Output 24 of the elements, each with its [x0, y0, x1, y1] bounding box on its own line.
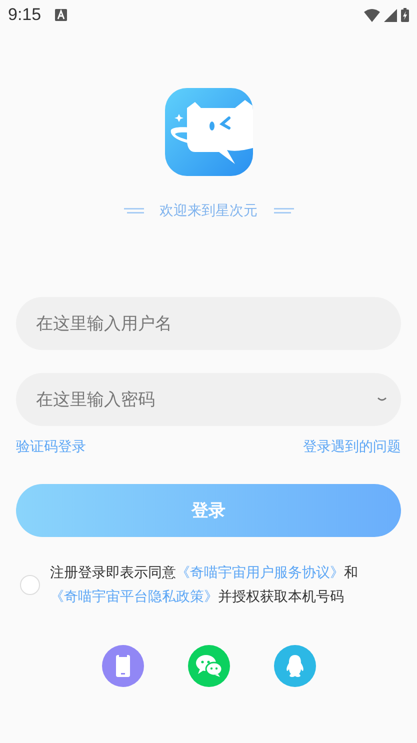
signal-icon — [384, 8, 397, 22]
password-field[interactable]: 在这里输入密码 — [16, 373, 401, 426]
decorative-lines-icon — [124, 208, 144, 214]
welcome-text: 欢迎来到星次元 — [160, 202, 258, 220]
wifi-icon — [364, 8, 380, 22]
penguin-icon — [284, 654, 304, 678]
sms-code-login-link[interactable]: 验证码登录 — [16, 438, 86, 456]
status-time: 9:15 — [8, 5, 42, 25]
keyboard-notification-icon — [55, 9, 68, 21]
login-button[interactable]: 登录 — [16, 484, 401, 537]
decorative-lines-icon — [274, 208, 294, 214]
username-field[interactable]: 在这里输入用户名 — [16, 297, 401, 350]
agreement-link[interactable]: 《奇喵宇宙平台隐私政策》 — [50, 589, 218, 605]
agreement-text: 注册登录即表示同意《奇喵宇宙用户服务协议》和 《奇喵宇宙平台隐私政策》并授权获取本机号码 — [50, 564, 359, 607]
phone-icon — [114, 654, 130, 678]
qq-login-button[interactable] — [274, 645, 316, 687]
login-help-link[interactable]: 登录遇到的问题 — [303, 438, 401, 456]
agreement-link[interactable]: 《奇喵宇宙用户服务协议》 — [176, 565, 344, 581]
phone-login-button[interactable] — [102, 645, 144, 687]
battery-icon — [401, 8, 409, 22]
wechat-login-button[interactable] — [188, 645, 230, 687]
agreement-checkbox[interactable] — [20, 575, 40, 595]
eye-closed-icon[interactable] — [377, 397, 387, 403]
wechat-icon — [194, 654, 222, 678]
